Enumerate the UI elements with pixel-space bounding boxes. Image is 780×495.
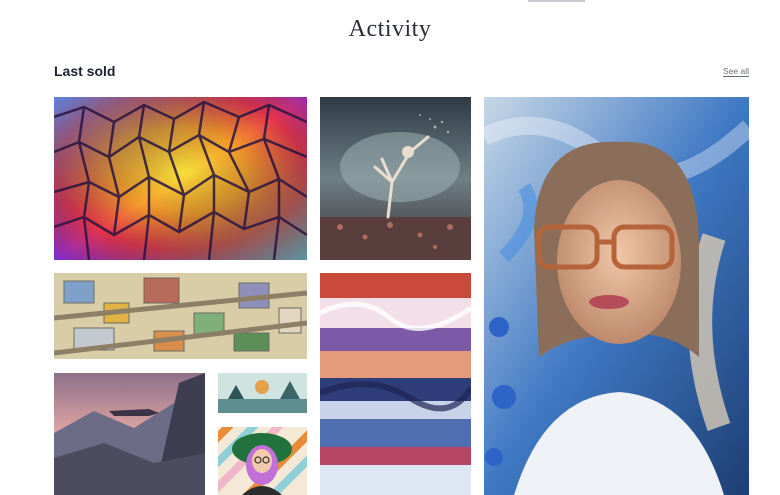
artwork-tile-dancer-in-storm[interactable]	[320, 97, 471, 260]
dancer-artwork-image	[320, 97, 471, 260]
glitch-landscape-artwork-image	[320, 273, 471, 495]
artwork-tile-green-hat-girl[interactable]	[218, 427, 307, 495]
small-scene-artwork-image	[218, 373, 307, 413]
artwork-tile-small-scene[interactable]	[218, 373, 307, 413]
isometric-city-artwork-image	[54, 273, 307, 359]
portrait-artwork-image	[484, 97, 749, 495]
page-title: Activity	[348, 16, 432, 42]
green-hat-girl-artwork-image	[218, 427, 307, 495]
abstract-artwork-image	[54, 97, 307, 260]
section-title: Last sold	[54, 63, 116, 79]
see-all-link[interactable]: See all	[723, 66, 749, 76]
artwork-tile-glitch-landscape[interactable]	[320, 273, 471, 495]
artwork-tile-woman-with-glasses-portrait[interactable]	[484, 97, 749, 495]
top-tab-indicator	[528, 0, 585, 2]
artwork-tile-abstract-voronoi[interactable]	[54, 97, 307, 260]
artwork-tile-isometric-city[interactable]	[54, 273, 307, 359]
mountain-artwork-image	[54, 373, 205, 495]
artwork-tile-mountain-airship[interactable]	[54, 373, 205, 495]
